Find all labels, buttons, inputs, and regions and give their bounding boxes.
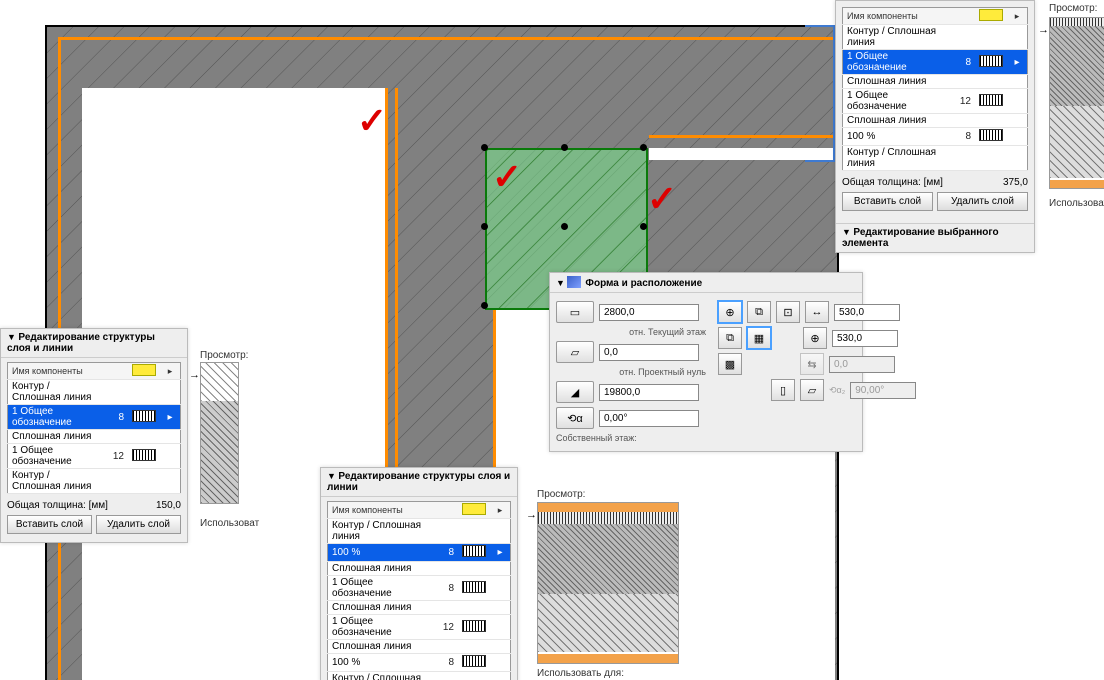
angle2-icon: ⟲α₂ [829, 385, 845, 396]
anchor-option[interactable]: ⊡ [776, 301, 800, 323]
rel-proj-icon[interactable]: ◢ [556, 381, 594, 403]
link-option[interactable]: ⧉ [718, 327, 742, 349]
link-option[interactable]: ▦ [747, 327, 771, 349]
layer-panel-right: Имя компоненты▸ Контур / Сплошная линия1… [835, 0, 1035, 253]
thickness-label: Общая толщина: [мм] [842, 177, 943, 188]
table-row[interactable]: 1 Общее обозначение12 [328, 615, 511, 640]
table-row[interactable]: Контур / Сплошная линия [8, 380, 181, 405]
dim1-input[interactable] [834, 304, 900, 321]
dim3-input [829, 356, 895, 373]
table-row[interactable]: Контур / Сплошная линия [843, 146, 1028, 171]
preview-label: Просмотр: [1049, 3, 1097, 14]
flip-icon: ⇆ [800, 353, 824, 375]
arrow-icon: → [1038, 24, 1049, 36]
rel-proj-input[interactable] [599, 384, 699, 401]
panel-title[interactable]: Форма и расположение [550, 273, 862, 293]
handle[interactable] [481, 223, 488, 230]
arrow-icon: → [189, 369, 200, 381]
preview-left: → [200, 362, 239, 504]
pattern-icon[interactable]: ▩ [718, 353, 742, 375]
gap-top [649, 148, 835, 160]
table-row[interactable]: Контур / Сплошная линия [328, 672, 511, 680]
rel-floor-icon[interactable]: ▱ [556, 341, 594, 363]
layer-panel-left: Редактирование структуры слоя и линии Им… [0, 328, 188, 543]
layer-table[interactable]: Имя компоненты▸ Контур / Сплошная линия1… [327, 501, 511, 680]
thickness-label: Общая толщина: [мм] [7, 500, 108, 511]
dim-icon[interactable]: ⊕ [803, 327, 827, 349]
table-row[interactable]: Контур / Сплошная линия [328, 519, 511, 544]
table-row[interactable]: 100 %8▸ [328, 544, 511, 562]
check-icon: ✓ [647, 178, 677, 220]
use-label: Использоват [1049, 198, 1104, 209]
height-icon[interactable]: ▭ [556, 301, 594, 323]
dim2-input[interactable] [832, 330, 898, 347]
orient-option[interactable]: ▯ [771, 379, 795, 401]
angle-icon[interactable]: ⟲α [556, 407, 594, 429]
form-position-panel: Форма и расположение ▭ отн. Текущий этаж… [549, 272, 863, 452]
insert-layer-button[interactable]: Вставить слой [842, 192, 933, 211]
layer-table[interactable]: Имя компоненты▸ Контур / Сплошная линия1… [842, 7, 1028, 171]
table-row[interactable]: Сплошная линия [8, 430, 181, 444]
table-row[interactable]: 100 %8 [328, 654, 511, 672]
layer-panel-mid: Редактирование структуры слоя и линии Им… [320, 467, 518, 680]
delete-layer-button[interactable]: Удалить слой [96, 515, 181, 534]
thickness-value: 375,0 [1003, 177, 1028, 188]
layer-table[interactable]: Имя компоненты▸ Контур / Сплошная линия1… [7, 362, 181, 494]
table-row[interactable]: Сплошная линия [843, 114, 1028, 128]
angle-input[interactable] [599, 410, 699, 427]
thickness-value: 150,0 [156, 500, 181, 511]
table-row[interactable]: 1 Общее обозначение8 [328, 576, 511, 601]
anchor-option[interactable]: ⊕ [718, 301, 742, 323]
preview-label: Просмотр: [537, 489, 585, 500]
dim-line [805, 160, 835, 162]
table-row[interactable]: 1 Общее обозначение12 [8, 444, 181, 469]
check-icon: ✓ [492, 156, 522, 198]
preview-right: → [1049, 17, 1104, 189]
handle[interactable] [561, 144, 568, 151]
angle2-input [850, 382, 916, 399]
handle[interactable] [561, 223, 568, 230]
orient-option[interactable]: ▱ [800, 379, 824, 401]
orange-edge [649, 135, 835, 138]
use-label: Использоват [200, 518, 259, 529]
height-input[interactable] [599, 304, 699, 321]
table-row[interactable]: Сплошная линия [328, 640, 511, 654]
table-row[interactable]: 1 Общее обозначение8▸ [8, 405, 181, 430]
dim-icon[interactable]: ↔ [805, 301, 829, 323]
table-row[interactable]: Сплошная линия [328, 601, 511, 615]
panel-title[interactable]: Редактирование структуры слоя и линии [321, 468, 517, 497]
rel-floor-input[interactable] [599, 344, 699, 361]
table-row[interactable]: Контур / Сплошная линия [8, 469, 181, 494]
handle[interactable] [640, 144, 647, 151]
panel-title[interactable]: Редактирование структуры слоя и линии [1, 329, 187, 358]
check-icon: ✓ [357, 100, 387, 142]
table-row[interactable]: 1 Общее обозначение8▸ [843, 50, 1028, 75]
preview-mid: → [537, 502, 679, 664]
handle[interactable] [640, 223, 647, 230]
anchor-option[interactable]: ⧉ [747, 301, 771, 323]
table-row[interactable]: 1 Общее обозначение12 [843, 89, 1028, 114]
preview-label: Просмотр: [200, 350, 248, 361]
rel-floor-label: отн. Текущий этаж [556, 327, 708, 337]
dim-line [805, 25, 835, 27]
table-row[interactable]: Сплошная линия [843, 75, 1028, 89]
use-for-label: Использовать для: [537, 668, 624, 679]
table-row[interactable]: Контур / Сплошная линия [843, 25, 1028, 50]
arrow-icon: → [526, 509, 537, 521]
orange-edge [58, 37, 835, 40]
own-floor-label: Собственный этаж: [556, 433, 708, 443]
handle[interactable] [481, 144, 488, 151]
table-row[interactable]: Сплошная линия [328, 562, 511, 576]
handle[interactable] [481, 302, 488, 309]
insert-layer-button[interactable]: Вставить слой [7, 515, 92, 534]
rel-proj-label: отн. Проектный нуль [556, 367, 708, 377]
panel-title[interactable]: Редактирование выбранного элемента [836, 223, 1034, 252]
table-row[interactable]: 100 %8 [843, 128, 1028, 146]
delete-layer-button[interactable]: Удалить слой [937, 192, 1028, 211]
